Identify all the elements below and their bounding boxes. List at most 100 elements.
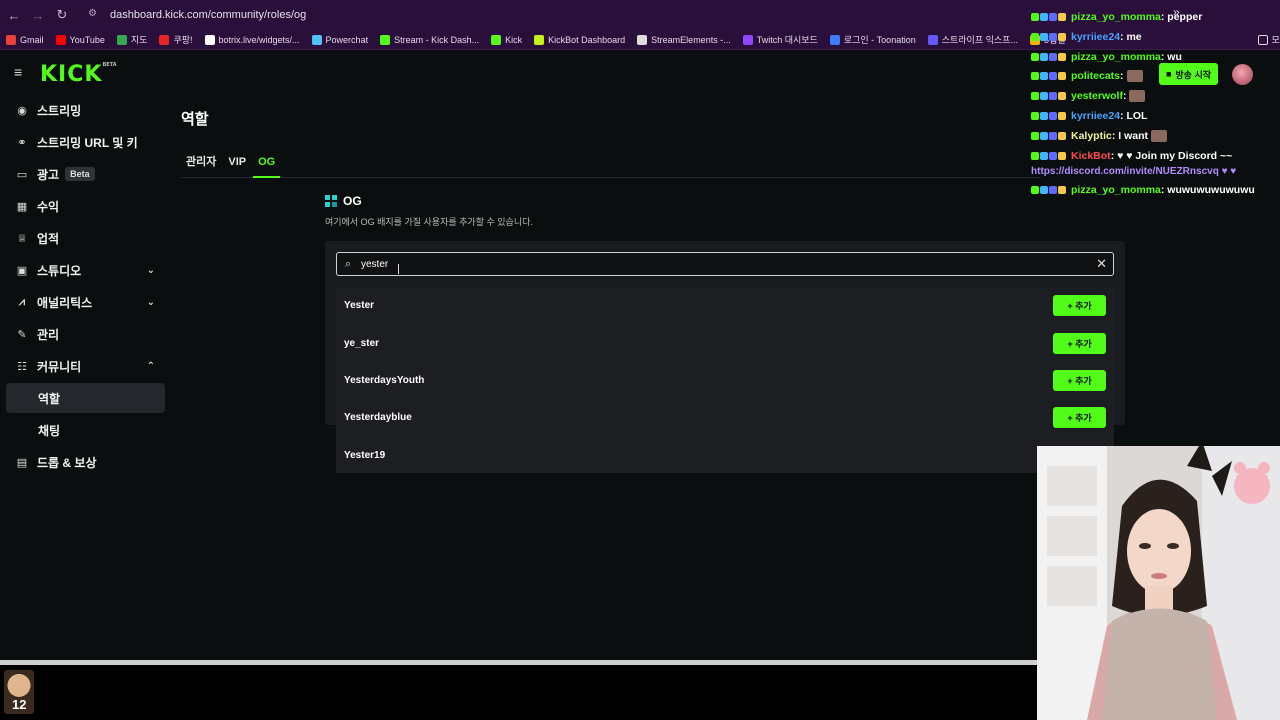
chat-username[interactable]: pizza_yo_momma [1071, 184, 1161, 196]
sidebar-item-streaming[interactable]: ◉ 스트리밍 [6, 95, 165, 125]
bookmark-stripe[interactable]: 스트라이프 익스프... [927, 33, 1018, 46]
powerchat-icon [311, 34, 322, 45]
list-item[interactable]: Yesterdayblue + 추가 [336, 399, 1114, 436]
list-item[interactable]: YesterdaysYouth + 추가 [336, 362, 1114, 399]
sidebar-item-revenue[interactable]: ▦ 수익 [6, 191, 165, 221]
badge-icon [1058, 53, 1066, 61]
og-section-header: OG [325, 194, 362, 208]
add-button[interactable]: + 추가 [1053, 407, 1106, 429]
badge-icon [1058, 33, 1066, 41]
chat-message: politecats : [1031, 70, 1143, 82]
result-username: Yester [344, 300, 375, 312]
bookmark-youtube[interactable]: YouTube [55, 34, 105, 45]
broadcast-icon: ◉ [17, 104, 27, 117]
bookmark-toonation[interactable]: 로그인 - Toonation [829, 33, 916, 46]
badge-icon [1031, 112, 1039, 120]
chat-username[interactable]: yesterwolf [1071, 90, 1123, 102]
reload-icon[interactable]: ↻ [52, 5, 72, 25]
chat-username[interactable]: Kalyptic [1071, 130, 1112, 142]
avatar: 12 [4, 670, 34, 714]
botrix-icon [204, 34, 215, 45]
back-icon[interactable]: ← [4, 5, 24, 25]
chat-badges-icon [1031, 112, 1067, 120]
folder-icon [1257, 34, 1268, 45]
chat-link[interactable]: https://discord.com/invite/NUEZRnscvq ♥ … [1031, 166, 1236, 177]
sidebar-item-achievements[interactable]: ♕ 업적 [6, 223, 165, 253]
chat-username[interactable]: kyrriiee24 [1071, 31, 1120, 43]
chat-username[interactable]: pizza_yo_momma [1071, 11, 1161, 23]
search-input[interactable]: ⌕ yester ✕ [336, 252, 1114, 276]
bookmark-map[interactable]: 지도 [116, 33, 147, 46]
list-item[interactable]: Yester + 추가 [336, 287, 1114, 324]
sidebar-item-chat[interactable]: 채팅 [6, 415, 165, 445]
chat-badges-icon [1031, 132, 1067, 140]
badge-icon [1058, 92, 1066, 100]
bookmark-botrix[interactable]: botrix.live/widgets/... [204, 34, 300, 45]
sidebar-item-manage[interactable]: ✎ 관리 [6, 319, 165, 349]
chat-text: : LOL [1120, 110, 1148, 122]
chat-text: : pepper [1160, 11, 1203, 23]
chat-message: pizza_yo_momma : pepper [1031, 11, 1202, 23]
chat-message: kyrriiee24 : me [1031, 31, 1142, 43]
chat-username[interactable]: politecats [1071, 70, 1120, 82]
chat-username[interactable]: pizza_yo_momma [1071, 51, 1161, 63]
chat-text: : ♥ ♥ Join my Discord ~~ [1110, 150, 1233, 162]
go-live-button[interactable]: ■ 방송 시작 [1159, 63, 1218, 85]
sidebar-item-ads[interactable]: ▭ 광고 Beta [6, 159, 165, 189]
gift-icon: ▤ [16, 456, 28, 469]
bookmark-powerchat[interactable]: Powerchat [311, 34, 368, 45]
sidebar-item-stream-url[interactable]: ⚭ 스트리밍 URL 및 키 [6, 127, 165, 157]
sidebar-item-drops[interactable]: ▤ 드롭 & 보상 [6, 447, 165, 477]
avatar[interactable] [1232, 64, 1253, 85]
bookmark-kick-dash[interactable]: Stream - Kick Dash... [380, 34, 479, 45]
bookmark-gmail[interactable]: Gmail [6, 34, 44, 45]
chevron-up-icon: ⌃ [146, 360, 155, 372]
site-info-icon[interactable]: ⚙ [88, 8, 102, 22]
sidebar-item-community[interactable]: ☷ 커뮤니티 ⌃ [6, 351, 165, 381]
kick-logo[interactable]: KICKBETA [40, 62, 117, 87]
tab-og[interactable]: OG [253, 152, 281, 178]
sidebar-item-roles[interactable]: 역할 [6, 383, 165, 413]
tab-vip[interactable]: VIP [223, 152, 251, 178]
address-bar[interactable]: ⚙ dashboard.kick.com/community/roles/og [80, 4, 640, 26]
badge-icon [1031, 13, 1039, 21]
bookmark-kickbot[interactable]: KickBot Dashboard [534, 34, 625, 45]
result-username: ye_ster [344, 337, 380, 349]
badge-icon [1031, 132, 1039, 140]
bookmark-folder-all[interactable]: 모든 북마크 [1257, 33, 1280, 46]
toonation-icon [829, 34, 840, 45]
list-item[interactable]: ye_ster + 추가 [336, 324, 1114, 361]
list-item[interactable]: Yester19 [336, 437, 1114, 473]
bookmark-streamelements[interactable]: StreamElements -... [637, 34, 731, 45]
add-button[interactable]: + 추가 [1053, 369, 1106, 391]
wrench-icon: ✎ [17, 328, 27, 341]
bookmark-coupang[interactable]: 쿠팡! [159, 33, 193, 46]
bookmark-kick[interactable]: Kick [491, 34, 522, 45]
tab-moderators[interactable]: 관리자 [181, 152, 221, 178]
badge-icon [1040, 186, 1048, 194]
chat-username[interactable]: KickBot [1071, 150, 1111, 162]
menu-icon[interactable]: ≡ [14, 65, 28, 79]
chat-badges-icon [1031, 72, 1067, 80]
sidebar-item-analytics[interactable]: ⩘ 애널리틱스 ⌄ [6, 287, 165, 317]
badge-icon [1040, 72, 1048, 80]
close-icon[interactable]: ✕ [1096, 257, 1107, 271]
badge-icon [1049, 92, 1057, 100]
search-results: Yester + 추가 ye_ster + 추가 YesterdaysYouth + … [336, 287, 1114, 473]
chat-text: : wu [1160, 51, 1182, 63]
map-icon [116, 34, 127, 45]
chat-text: : me [1120, 31, 1142, 43]
add-button[interactable]: + 추가 [1053, 295, 1106, 317]
sidebar-item-studio[interactable]: ▣ 스튜디오 ⌄ [6, 255, 165, 285]
add-button[interactable]: + 추가 [1053, 332, 1106, 354]
role-tabs: 관리자 VIP OG [181, 152, 1041, 178]
chart-icon: ▦ [16, 200, 28, 213]
chat-message: pizza_yo_momma : wuwuwuwuwuwu [1031, 184, 1255, 196]
badge-icon [1049, 72, 1057, 80]
badge-icon [1049, 13, 1057, 21]
badge-icon [1058, 112, 1066, 120]
forward-icon[interactable]: → [28, 5, 48, 25]
bookmark-twitch[interactable]: Twitch 대시보드 [742, 33, 818, 46]
emote-icon [1126, 70, 1143, 82]
chat-username[interactable]: kyrriiee24 [1071, 110, 1120, 122]
